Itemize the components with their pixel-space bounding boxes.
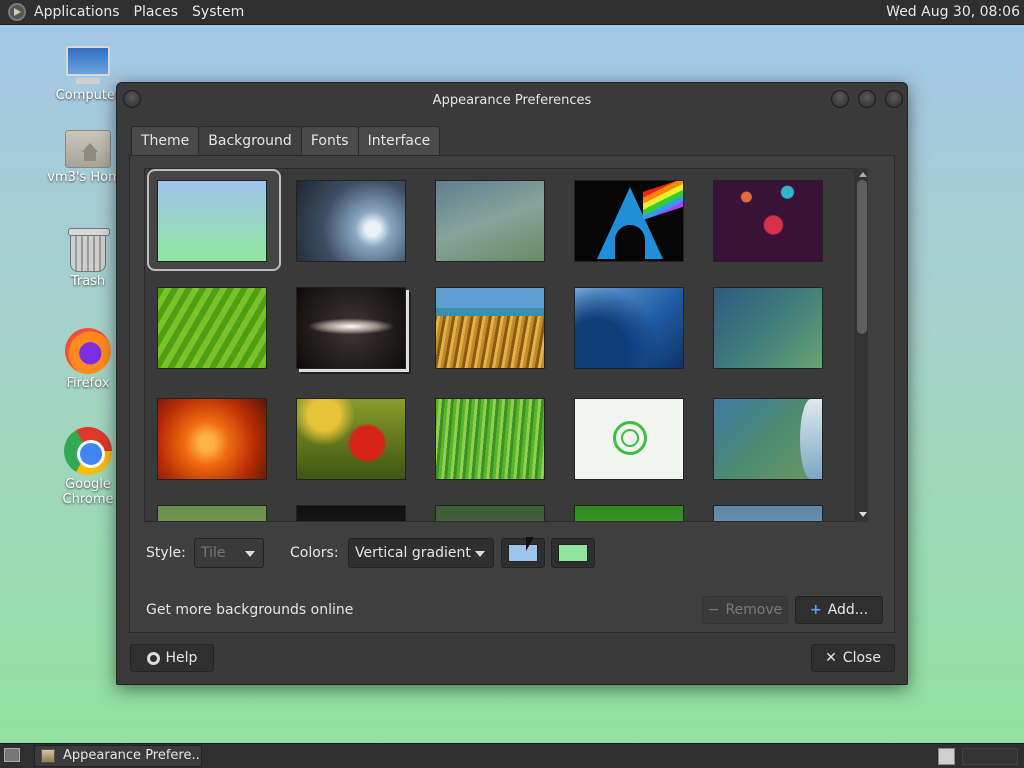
chevron-down-icon	[475, 551, 485, 557]
add-button[interactable]: + Add...	[795, 596, 883, 624]
menu-system[interactable]: System	[192, 4, 252, 20]
close-button[interactable]: ✕ Close	[811, 644, 895, 672]
trash-icon	[68, 228, 110, 272]
scrollbar-thumb[interactable]	[857, 180, 867, 334]
wallpaper-thumbnail[interactable]	[713, 398, 823, 480]
scroll-down-icon[interactable]	[859, 512, 867, 517]
wallpaper-thumbnail[interactable]	[435, 398, 545, 480]
window-title: Appearance Preferences	[432, 92, 592, 108]
taskbar-item-label: Appearance Prefere...	[63, 748, 202, 763]
minus-icon: −	[707, 602, 720, 618]
wallpaper-thumbnail[interactable]	[157, 505, 267, 521]
wallpaper-thumbnail[interactable]	[435, 180, 545, 262]
wallpaper-thumbnail[interactable]	[713, 180, 823, 262]
wallpaper-thumbnail[interactable]	[713, 505, 823, 521]
wallpaper-thumbnail[interactable]	[574, 398, 684, 480]
wallpaper-thumbnail[interactable]	[435, 505, 545, 521]
wallpaper-thumbnail[interactable]	[296, 287, 406, 369]
firefox-icon	[65, 328, 111, 374]
appearance-preferences-window: Appearance Preferences Theme Background …	[116, 82, 908, 685]
tab-bar: Theme Background Fonts Interface	[131, 126, 441, 155]
remove-button: − Remove	[702, 596, 788, 624]
chrome-icon	[64, 427, 112, 475]
tab-fonts[interactable]: Fonts	[300, 126, 359, 155]
wallpaper-thumbnail[interactable]	[435, 287, 545, 369]
main-menu-logo-icon[interactable]	[8, 3, 26, 21]
background-tab-pane: Style: Tile Colors: Vertical gradient Ge…	[129, 155, 895, 633]
remove-button-label: Remove	[725, 602, 783, 618]
wallpaper-thumbnail[interactable]	[296, 398, 406, 480]
top-panel: Applications Places System Wed Aug 30, 0…	[0, 0, 1024, 25]
help-button[interactable]: Help	[130, 644, 214, 672]
secondary-color-swatch	[558, 544, 588, 562]
wallpaper-thumbnail[interactable]	[574, 180, 684, 262]
tab-theme[interactable]: Theme	[131, 126, 200, 155]
style-label: Style:	[146, 545, 186, 561]
get-more-backgrounds-link[interactable]: Get more backgrounds online	[146, 602, 353, 618]
mouse-pointer-icon	[526, 537, 534, 551]
appearance-app-icon	[41, 749, 55, 763]
wallpaper-thumbnail[interactable]	[574, 287, 684, 369]
help-icon	[146, 651, 160, 665]
wallpaper-grid[interactable]	[144, 168, 868, 522]
window-menu-icon[interactable]	[123, 90, 141, 108]
wallpaper-thumbnail[interactable]	[157, 287, 267, 369]
clock[interactable]: Wed Aug 30, 08:06	[886, 4, 1020, 20]
workspace-switcher-2[interactable]	[962, 748, 1018, 765]
window-titlebar[interactable]: Appearance Preferences	[117, 83, 907, 117]
wallpaper-thumbnail[interactable]	[296, 505, 406, 521]
tab-background[interactable]: Background	[198, 126, 302, 155]
computer-icon	[64, 46, 112, 86]
wallpaper-thumbnail[interactable]	[574, 505, 684, 521]
colors-combo[interactable]: Vertical gradient	[348, 538, 494, 568]
taskbar-item-appearance[interactable]: Appearance Prefere...	[34, 745, 202, 767]
menu-places[interactable]: Places	[134, 4, 187, 20]
help-button-label: Help	[165, 650, 198, 666]
scroll-up-icon[interactable]	[859, 172, 867, 177]
menu-applications[interactable]: Applications	[34, 4, 128, 20]
maximize-icon[interactable]	[858, 90, 876, 108]
wallpaper-thumbnail[interactable]	[296, 180, 406, 262]
primary-color-button[interactable]	[501, 538, 545, 568]
plus-icon: +	[809, 602, 822, 618]
home-folder-icon	[65, 130, 111, 168]
wallpaper-thumbnail[interactable]	[157, 398, 267, 480]
style-combo: Tile	[194, 538, 264, 568]
minimize-icon[interactable]	[831, 90, 849, 108]
close-button-label: Close	[842, 650, 881, 666]
colors-label: Colors:	[290, 545, 339, 561]
wallpaper-thumbnail[interactable]	[157, 180, 267, 262]
style-combo-value: Tile	[201, 545, 226, 561]
wallpaper-thumbnail[interactable]	[713, 287, 823, 369]
add-button-label: Add...	[827, 602, 869, 618]
colors-combo-value: Vertical gradient	[355, 545, 471, 561]
secondary-color-button[interactable]	[551, 538, 595, 568]
chevron-down-icon	[245, 551, 255, 557]
tab-interface[interactable]: Interface	[357, 126, 441, 155]
show-desktop-icon[interactable]	[4, 748, 20, 762]
workspace-switcher[interactable]	[938, 748, 955, 765]
close-icon: ✕	[825, 650, 837, 666]
close-window-icon[interactable]	[885, 90, 903, 108]
bottom-panel: Appearance Prefere...	[0, 743, 1024, 768]
